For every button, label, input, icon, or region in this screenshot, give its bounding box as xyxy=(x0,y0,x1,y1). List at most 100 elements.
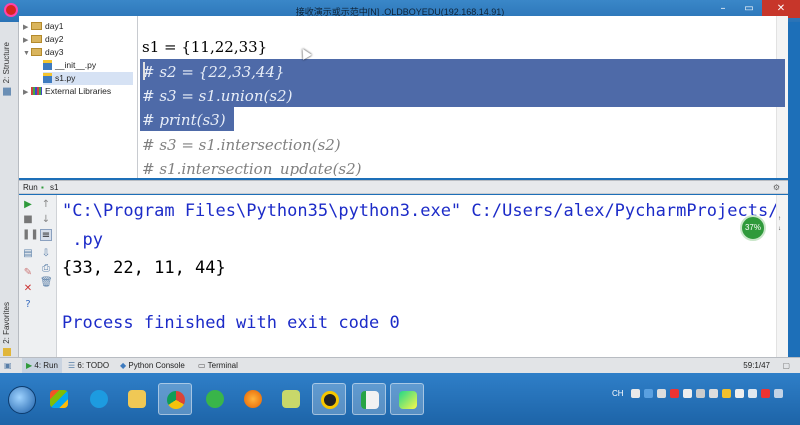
chrome-icon xyxy=(167,391,185,409)
print-icon[interactable]: ⎙ xyxy=(40,263,52,275)
tray-app-icon[interactable] xyxy=(656,389,666,398)
taskbar-internet-explorer[interactable] xyxy=(82,383,116,415)
run-toolbar: ▶ ↑ ■ ↓ ❚❚ ≡ ▤ ⇩ ⎙ 🗑 ✎ ✕ ? xyxy=(19,195,57,357)
browser-e-icon xyxy=(206,390,224,408)
tool-window-toggle-icon[interactable]: ▣ xyxy=(4,361,12,370)
folder-icon xyxy=(128,390,146,408)
tab-terminal[interactable]: ▭ Terminal xyxy=(198,361,238,370)
tray-app-icon[interactable] xyxy=(669,389,679,398)
tray-app-icon[interactable] xyxy=(630,389,640,398)
tray-app-icon[interactable] xyxy=(721,389,731,398)
python-run-icon: ▪ xyxy=(41,183,44,192)
tray-app-icon[interactable] xyxy=(643,389,653,398)
taskbar-pycharm-file[interactable] xyxy=(352,383,386,415)
taskbar-qq[interactable] xyxy=(312,383,346,415)
code-text: s1 = {11,22,33} xyxy=(142,38,268,56)
tree-item-label: day3 xyxy=(45,47,64,57)
console-exit-message: Process finished with exit code 0 xyxy=(62,313,400,333)
qq-penguin-icon xyxy=(321,391,339,409)
tab-run[interactable]: ▶ 4: Run xyxy=(22,358,62,374)
soft-wrap-icon[interactable]: ≡ xyxy=(40,229,52,241)
pycharm-icon xyxy=(399,391,417,409)
code-line-3[interactable]: # s3 = s1.union(s2) xyxy=(142,85,292,107)
tab-python-console-label: Python Console xyxy=(128,361,185,370)
code-text: # print(s3) xyxy=(142,111,226,129)
code-text: # s1.intersection_update(s2) xyxy=(142,160,362,176)
tray-app-icon[interactable] xyxy=(682,389,692,398)
rerun-icon[interactable]: ▶ xyxy=(22,199,34,211)
tree-item-init[interactable]: __init__.py xyxy=(43,59,96,72)
help-icon[interactable]: ? xyxy=(22,299,34,311)
tree-item-label: s1.py xyxy=(55,73,76,83)
tree-item-day1[interactable]: ▶ day1 xyxy=(23,20,63,33)
tree-item-label: __init__.py xyxy=(55,60,97,70)
folder-icon xyxy=(31,48,42,56)
structure-tab[interactable]: 2: Structure xyxy=(2,42,11,96)
tray-app-icon[interactable] xyxy=(695,389,705,398)
tray-app-icon[interactable] xyxy=(708,389,718,398)
pause-icon[interactable]: ❚❚ xyxy=(22,229,39,241)
run-console[interactable]: "C:\Program Files\Python35\python3.exe" … xyxy=(57,195,788,357)
pin-icon[interactable]: ✎ xyxy=(22,267,34,279)
console-command-line: "C:\Program Files\Python35\python3.exe" … xyxy=(62,201,788,221)
lock-icon[interactable]: ▢ xyxy=(782,361,790,370)
document-icon xyxy=(361,391,379,409)
tab-python-console[interactable]: ◆ Python Console xyxy=(120,361,185,370)
console-command-line-continued: .py xyxy=(62,230,103,250)
taskbar-firefox[interactable] xyxy=(236,383,270,415)
cpu-usage-badge: 37% xyxy=(740,215,766,241)
start-button[interactable] xyxy=(8,386,36,414)
input-language[interactable]: CH xyxy=(612,389,624,398)
stop-icon[interactable]: ■ xyxy=(22,214,34,226)
console-output: {33, 22, 11, 44} xyxy=(62,258,226,278)
tree-item-s1[interactable]: s1.py xyxy=(43,72,133,85)
code-text: # s2 = {22,33,44} xyxy=(142,63,285,81)
tree-item-label: day2 xyxy=(45,34,64,44)
settings-icon[interactable]: ⚙ xyxy=(773,183,780,192)
code-line-2[interactable]: # s2 = {22,33,44} xyxy=(142,61,285,83)
tree-item-day2[interactable]: ▶ day2 xyxy=(23,33,63,46)
folder-icon xyxy=(31,22,42,30)
mail-icon xyxy=(282,390,300,408)
tab-todo[interactable]: ☰ 6: TODO xyxy=(68,361,109,370)
volume-icon[interactable] xyxy=(773,389,783,398)
tab-todo-label: 6: TODO xyxy=(77,361,110,370)
restore-layout-icon[interactable]: ▤ xyxy=(22,248,34,260)
caret-position[interactable]: 59:1/47 xyxy=(743,361,770,370)
tree-item-label: External Libraries xyxy=(45,86,112,96)
up-arrow-icon[interactable]: ↑ xyxy=(40,199,52,211)
code-line-4[interactable]: # print(s3) xyxy=(142,109,226,131)
windows-flag-icon xyxy=(50,390,68,408)
run-panel-header: Run ▪ s1 ⚙ xyxy=(19,180,788,194)
tree-item-label: day1 xyxy=(45,21,64,31)
tab-run-label: 4: Run xyxy=(34,361,58,370)
run-config-name[interactable]: s1 xyxy=(50,183,58,192)
code-line-6[interactable]: # s1.intersection_update(s2) xyxy=(142,158,362,176)
left-tool-strip: 2: Structure 2: Favorites xyxy=(0,22,19,360)
code-line-1[interactable]: s1 = {11,22,33} xyxy=(142,36,267,58)
chevron-right-icon[interactable]: ▶ xyxy=(23,86,31,99)
chevron-down-icon[interactable]: ▼ xyxy=(23,47,31,60)
taskbar-mail[interactable] xyxy=(274,383,308,415)
close-run-icon[interactable]: ✕ xyxy=(22,283,34,295)
network-icon[interactable] xyxy=(747,389,757,398)
code-line-5[interactable]: # s3 = s1.intersection(s2) xyxy=(142,134,341,156)
scroll-to-end-icon[interactable]: ⇩ xyxy=(40,248,52,260)
python-file-icon xyxy=(43,60,52,70)
trash-icon[interactable]: 🗑 xyxy=(40,277,53,289)
taskbar-chrome[interactable] xyxy=(158,383,192,415)
bottom-tool-tabs: ▣ ▶ 4: Run ☰ 6: TODO ◆ Python Console ▭ … xyxy=(0,357,800,374)
structure-tab-label: 2: Structure xyxy=(2,42,11,84)
tray-app-icon[interactable] xyxy=(734,389,744,398)
project-tree: ▶ day1 ▶ day2 ▼ day3 __init__.py s1.py ▶ Ext… xyxy=(19,16,138,178)
taskbar-ie-green[interactable] xyxy=(198,383,232,415)
taskbar-file-explorer[interactable] xyxy=(120,383,154,415)
down-arrow-icon[interactable]: ↓ xyxy=(40,214,52,226)
tree-item-external-libraries[interactable]: ▶ External Libraries xyxy=(23,85,111,98)
tray-app-icon[interactable] xyxy=(760,389,770,398)
taskbar-pycharm[interactable] xyxy=(390,383,424,415)
favorites-tab[interactable]: 2: Favorites xyxy=(2,302,11,357)
taskbar-windows-app[interactable] xyxy=(42,383,76,415)
tab-terminal-label: Terminal xyxy=(207,361,238,370)
tree-item-day3[interactable]: ▼ day3 xyxy=(23,46,63,59)
